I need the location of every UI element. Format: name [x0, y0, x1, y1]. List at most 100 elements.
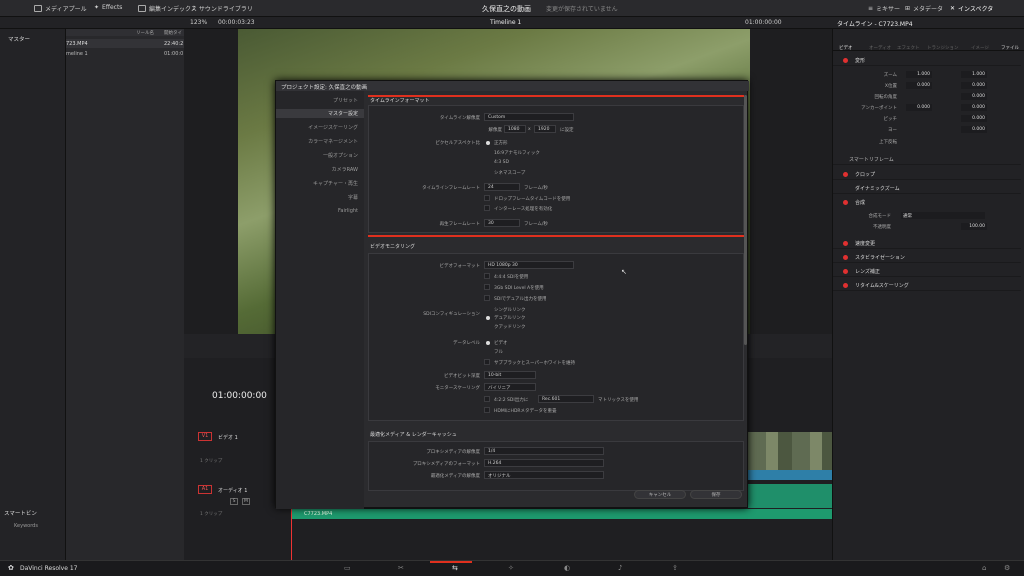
mixer-icon: ≡ [868, 5, 874, 12]
nav-general-options[interactable]: 一般オプション [323, 152, 358, 159]
deliver-page-icon[interactable]: ⇪ [672, 564, 678, 572]
media-pool-list: リール名 開始タイ 723.MP4 22:40:2 meline 1 01:00… [66, 29, 184, 560]
rotation-field[interactable]: 0.000 [961, 93, 987, 100]
tab-effects[interactable]: エフェクト [897, 45, 920, 51]
yaw-field[interactable]: 0.000 [961, 126, 987, 133]
nav-presets[interactable]: プリセット [333, 97, 358, 104]
master-bin[interactable]: マスター [8, 35, 30, 43]
anchor-y-field[interactable]: 0.000 [961, 104, 987, 111]
smart-reframe-section[interactable]: スマートリフレーム [833, 154, 1021, 165]
save-status: 変更が保存されていません [546, 6, 618, 13]
nav-camera-raw[interactable]: カメラRAW [332, 166, 358, 173]
track-a1-label[interactable]: A1 [198, 485, 212, 494]
project-settings-dialog: プロジェクト設定: 久保直之の動画 プリセット マスター設定 イメージスケーリン… [275, 80, 749, 509]
effects-button[interactable]: ✦ Effects [94, 4, 122, 11]
3gb-sdi-checkbox[interactable] [484, 284, 490, 290]
stabilization-section[interactable]: スタビライゼーション [833, 252, 1021, 263]
save-button[interactable]: 保存 [690, 490, 742, 499]
position-x-field[interactable]: 0.000 [906, 82, 932, 89]
track-video1-name: ビデオ 1 [218, 435, 238, 441]
app-name: DaVinci Resolve 17 [20, 565, 78, 572]
list-item[interactable]: 723.MP4 22:40:2 [66, 39, 184, 48]
media-pool-button[interactable]: メディアプール [34, 4, 87, 13]
inspector-button[interactable]: ✕ インスペクタ [950, 4, 993, 13]
proxy-resolution-select[interactable]: 1/4 [484, 447, 604, 455]
hdmi-hdr-checkbox[interactable] [484, 407, 490, 413]
crop-section[interactable]: クロップ [833, 169, 1021, 180]
timeline-timecode: 01:00:00:00 [212, 391, 267, 401]
column-start-time[interactable]: 開始タイ [164, 30, 182, 36]
transform-section[interactable]: 変形 [833, 55, 1021, 66]
zoom-y-field[interactable]: 1.000 [961, 71, 987, 78]
422-output-checkbox[interactable] [484, 396, 490, 402]
nav-color-management[interactable]: カラーマネージメント [308, 138, 358, 145]
zoom-x-field[interactable]: 1.000 [906, 71, 932, 78]
resolve-logo-icon: ✿ [8, 564, 14, 572]
metadata-icon: ⊞ [905, 5, 911, 12]
zoom-level[interactable]: 123% [190, 19, 207, 26]
list-item[interactable]: meline 1 01:00:0 [66, 49, 184, 58]
mixer-button[interactable]: ≡ ミキサー [868, 4, 900, 13]
effects-icon: ✦ [94, 4, 100, 11]
timeline-name[interactable]: Timeline 1 [490, 19, 521, 26]
edit-index-button[interactable]: 編集インデックス [138, 4, 197, 13]
anchor-x-field[interactable]: 0.000 [906, 104, 932, 111]
mouse-cursor: ↖ [621, 268, 627, 276]
sound-library-button[interactable]: ♪ サウンドライブラリ [192, 4, 253, 13]
edit-page-icon[interactable]: ⇆ [452, 564, 458, 572]
pitch-field[interactable]: 0.000 [961, 115, 987, 122]
color-page-icon[interactable]: ◐ [564, 564, 570, 572]
cancel-button[interactable]: キャンセル [634, 490, 686, 499]
tab-video[interactable]: ビデオ [839, 45, 853, 51]
composite-mode-select[interactable]: 通常 [901, 212, 985, 219]
retime-section[interactable]: リタイム&スケーリング [833, 280, 1021, 291]
radio-video-level[interactable] [486, 341, 490, 345]
settings-icon[interactable]: ⚙ [1004, 564, 1010, 572]
composite-section[interactable]: 合成 [833, 197, 1021, 208]
radio-dual-link[interactable] [486, 316, 490, 320]
tab-transition[interactable]: トランジション [927, 45, 959, 51]
inspector-panel: ビデオ オーディオ エフェクト トランジション イメージ ファイル 変形 ズーム… [832, 29, 1024, 560]
retain-checkbox[interactable] [484, 359, 490, 365]
highlight-box [368, 95, 744, 237]
fairlight-page-icon[interactable]: ♪ [618, 564, 622, 572]
nav-image-scaling[interactable]: イメージスケーリング [308, 124, 358, 131]
optimized-resolution-select[interactable]: オリジナル [484, 471, 604, 479]
444-sdi-checkbox[interactable] [484, 273, 490, 279]
nav-fairlight[interactable]: Fairlight [338, 208, 358, 214]
proxy-format-select[interactable]: H.264 [484, 459, 604, 467]
solo-button[interactable]: S [230, 498, 238, 505]
tab-audio[interactable]: オーディオ [869, 45, 891, 51]
bit-depth-select[interactable]: 10-bit [484, 371, 536, 379]
list-icon [138, 5, 146, 12]
dual-output-checkbox[interactable] [484, 295, 490, 301]
viewer-toolbar: 123% 00:00:03:23 Timeline 1 01:00:00:00 … [0, 17, 1024, 29]
nav-subtitles[interactable]: 字幕 [348, 194, 358, 201]
track-v1-label[interactable]: V1 [198, 432, 212, 441]
position-y-field[interactable]: 0.000 [961, 82, 987, 89]
nav-capture-playback[interactable]: キャプチャー・再生 [313, 180, 358, 187]
opacity-field[interactable]: 100.00 [961, 223, 987, 230]
track-v1-clip-count: 1 クリップ [200, 459, 223, 464]
speed-section[interactable]: 速度変更 [833, 238, 1021, 249]
optimized-media-header: 最適化メディア & レンダーキャッシュ [370, 432, 457, 438]
tab-file[interactable]: ファイル [1001, 45, 1019, 51]
media-page-icon[interactable]: ▭ [344, 564, 351, 572]
cut-page-icon[interactable]: ✂ [398, 564, 404, 572]
lens-correction-section[interactable]: レンズ補正 [833, 266, 1021, 277]
rec-matrix-select[interactable]: Rec.601 [538, 395, 594, 403]
inspector-clip-title: タイムライン - C7723.MP4 [837, 21, 913, 28]
record-timecode: 01:00:00:00 [745, 19, 782, 26]
dynamic-zoom-section[interactable]: ダイナミックズーム [833, 183, 1021, 194]
fusion-page-icon[interactable]: ✧ [508, 564, 514, 572]
tab-image[interactable]: イメージ [971, 45, 989, 51]
home-icon[interactable]: ⌂ [982, 564, 986, 572]
settings-scrollbar[interactable] [744, 95, 747, 345]
nav-master-settings[interactable]: マスター設定 [276, 109, 364, 118]
mute-button[interactable]: M [242, 498, 250, 505]
video-format-select[interactable]: HD 1080p 30 [484, 261, 574, 269]
metadata-button[interactable]: ⊞ メタデータ [905, 4, 943, 13]
monitor-scaling-select[interactable]: バイリニア [484, 383, 536, 391]
keywords-bin[interactable]: Keywords [14, 523, 38, 529]
column-reel-name[interactable]: リール名 [136, 30, 154, 36]
